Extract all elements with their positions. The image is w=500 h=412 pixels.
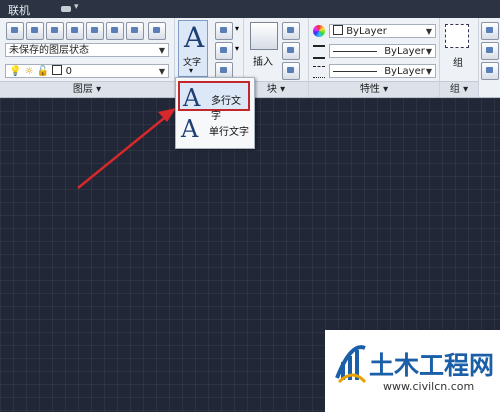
- mtext-icon: A: [183, 84, 201, 112]
- arrow-line: [77, 114, 169, 189]
- mtext-menu-item[interactable]: A 多行文字: [178, 81, 250, 122]
- watermark: 土木工程网 www.civilcn.com: [325, 330, 500, 412]
- watermark-logo-icon: [335, 345, 367, 384]
- single-line-text-menu-item[interactable]: A 单行文字: [178, 114, 250, 144]
- single-line-text-label: 单行文字: [209, 127, 249, 138]
- single-line-text-icon: A: [181, 115, 199, 143]
- watermark-url: www.civilcn.com: [383, 380, 475, 393]
- watermark-name: 土木工程网: [369, 351, 495, 380]
- text-dropdown-menu: A 多行文字 A 单行文字: [175, 77, 255, 149]
